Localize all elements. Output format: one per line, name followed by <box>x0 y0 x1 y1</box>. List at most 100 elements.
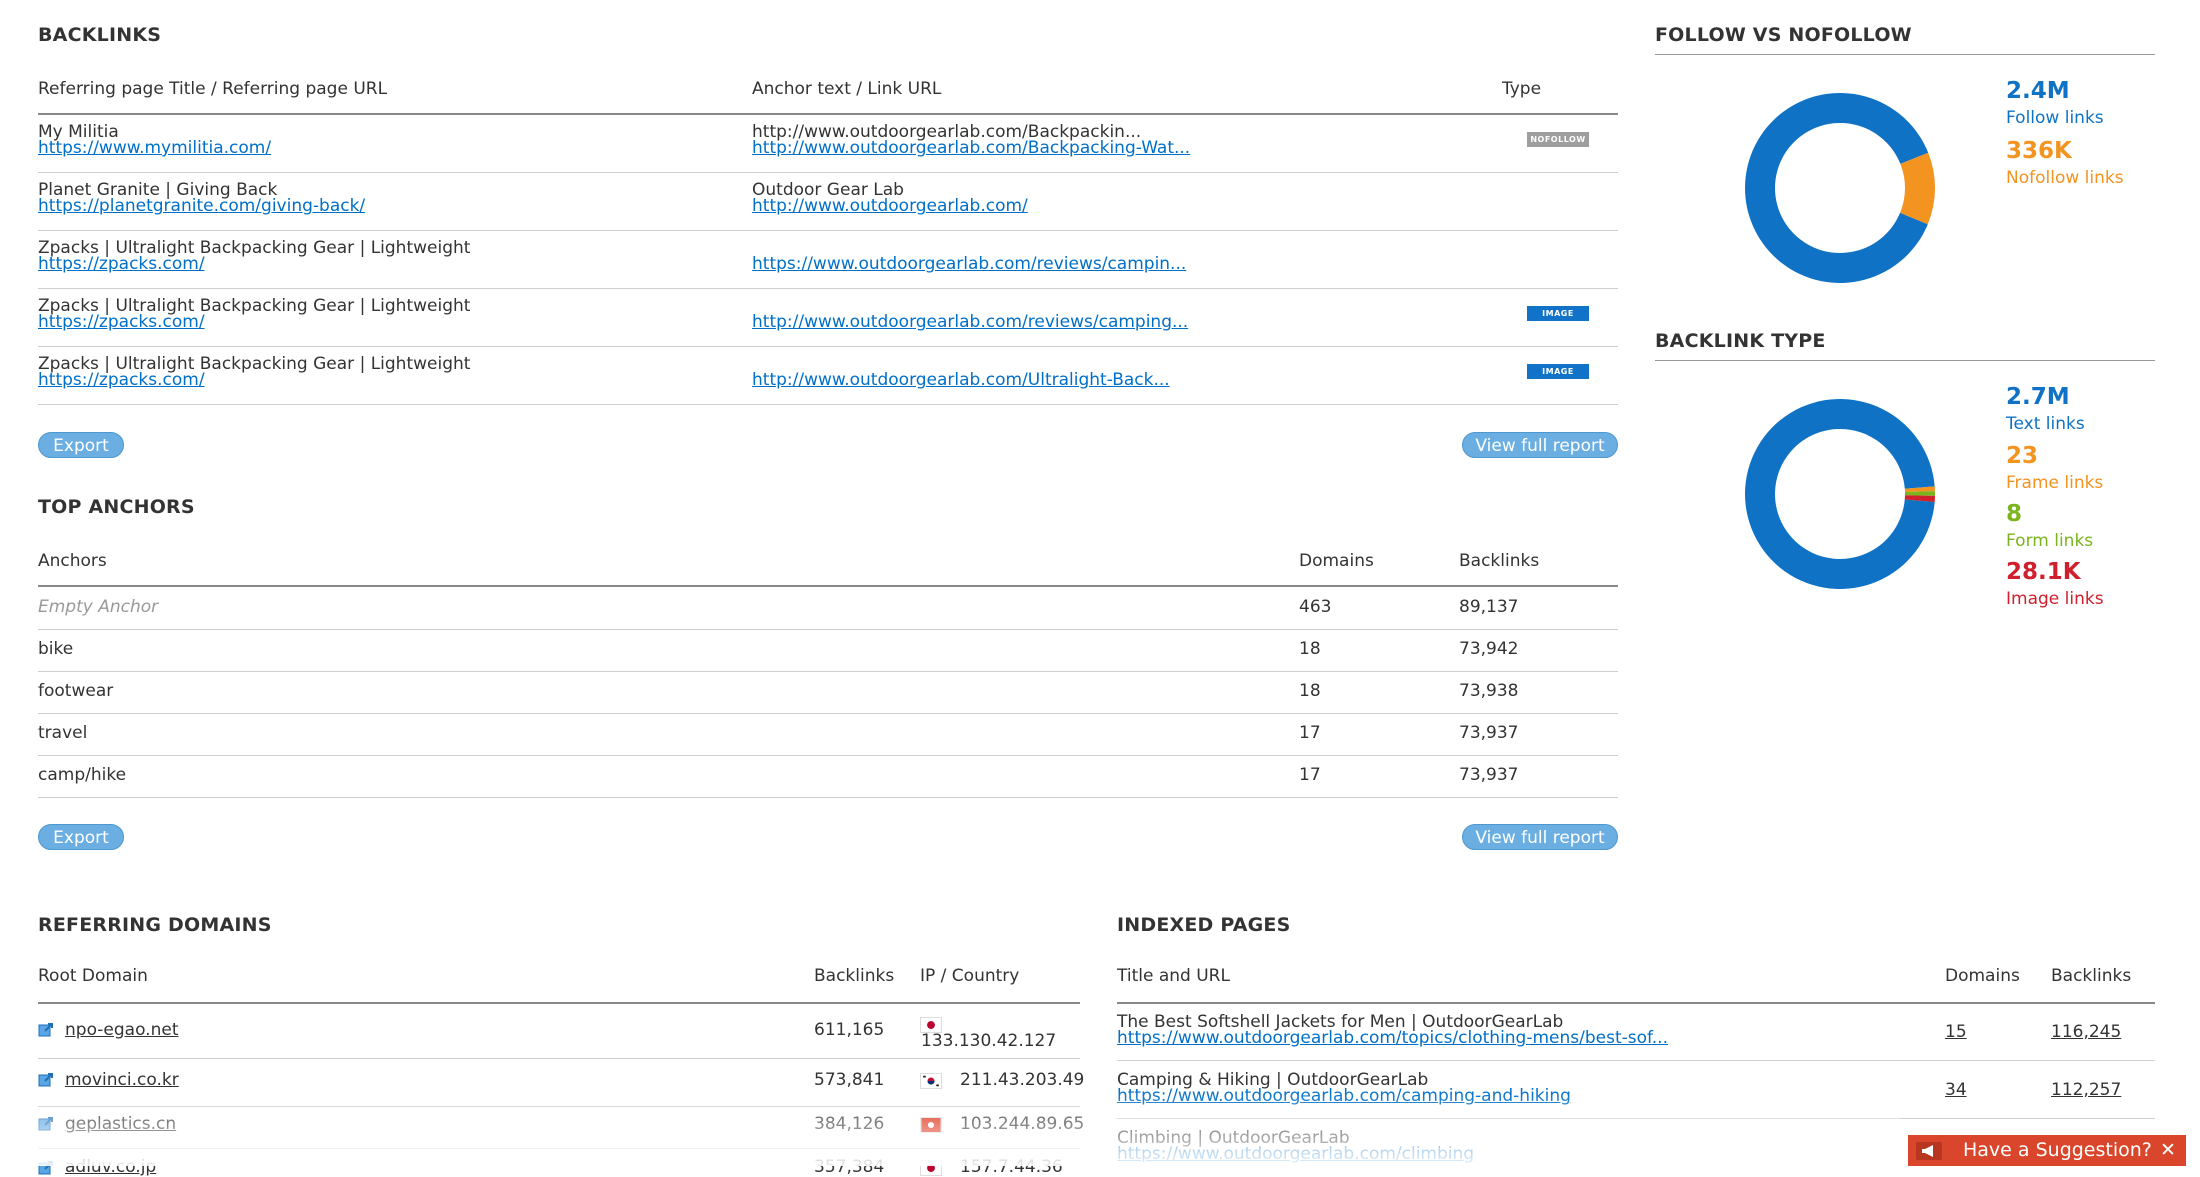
anchors-export-button[interactable]: Export <box>38 824 124 850</box>
follow-links-value: 2.4M <box>2006 78 2070 104</box>
table-row: My Militia https://www.mymilitia.com/ <box>38 124 271 157</box>
ip-address: 157.7.44.36 <box>960 1157 1063 1177</box>
link-url[interactable]: http://www.outdoorgearlab.com/Ultralight… <box>752 372 1170 389</box>
ip-address: 211.43.203.49 <box>960 1070 1085 1090</box>
hk-flag-icon <box>920 1117 942 1133</box>
external-link-icon[interactable] <box>38 1022 54 1038</box>
backlinks-view-full-report-button[interactable]: View full report <box>1462 432 1618 458</box>
root-domain-link[interactable]: geplastics.cn <box>65 1114 176 1134</box>
image-badge: IMAGE <box>1527 306 1589 321</box>
anchor-cell: http://www.outdoorgearlab.com/Ultralight… <box>752 372 1170 389</box>
row-divider <box>38 671 1618 672</box>
page-domains-link[interactable]: 34 <box>1945 1080 1967 1100</box>
anchor-backlinks: 73,938 <box>1459 681 1519 701</box>
row-divider <box>38 755 1618 756</box>
link-url[interactable]: https://www.outdoorgearlab.com/reviews/c… <box>752 256 1186 273</box>
have-a-suggestion-button[interactable]: Have a Suggestion? ✕ <box>1908 1135 2186 1166</box>
row-divider <box>38 629 1618 630</box>
anchor-domains: 463 <box>1299 597 1332 617</box>
anchor-cell: https://www.outdoorgearlab.com/reviews/c… <box>752 256 1186 273</box>
page-domains-link[interactable]: 15 <box>1945 1022 1967 1042</box>
backlinks-title: BACKLINKS <box>38 24 162 46</box>
nofollow-links-label: Nofollow links <box>2006 168 2124 188</box>
form-links-label: Form links <box>2006 531 2094 551</box>
col-header-referring-page: Referring page Title / Referring page UR… <box>38 79 388 99</box>
link-url[interactable]: http://www.outdoorgearlab.com/reviews/ca… <box>752 314 1188 331</box>
donut-slice-nofollow-links <box>1900 152 1935 225</box>
external-link-icon[interactable] <box>38 1072 54 1088</box>
table-row: Planet Granite | Giving Back https://pla… <box>38 182 365 215</box>
row-divider <box>38 1106 1080 1107</box>
page-backlinks-link[interactable]: 112,257 <box>2051 1080 2121 1100</box>
page-backlinks-link[interactable]: 116,245 <box>2051 1022 2121 1042</box>
anchor-domains: 17 <box>1299 723 1321 743</box>
col-header-anchor-text: Anchor text / Link URL <box>752 79 942 99</box>
page-url-link[interactable]: https://www.outdoorgearlab.com/climbing <box>1117 1146 1474 1163</box>
root-domain-link[interactable]: movinci.co.kr <box>65 1070 179 1090</box>
anchor-name: camp/hike <box>38 765 127 785</box>
table-row: Zpacks | Ultralight Backpacking Gear | L… <box>38 356 470 389</box>
domain-backlinks: 357,384 <box>814 1157 885 1177</box>
ref-url-link[interactable]: https://planetgranite.com/giving-back/ <box>38 198 365 215</box>
domain-backlinks: 384,126 <box>814 1114 885 1134</box>
row-divider <box>38 288 1618 289</box>
anchor-name: bike <box>38 639 74 659</box>
col-header-backlinks: Backlinks <box>1459 551 1540 571</box>
external-link-icon[interactable] <box>38 1160 54 1176</box>
top-anchors-title: TOP ANCHORS <box>38 496 195 518</box>
root-domain-link[interactable]: npo-egao.net <box>65 1020 179 1040</box>
table-row: Zpacks | Ultralight Backpacking Gear | L… <box>38 298 470 331</box>
indexed-page-row: Climbing | OutdoorGearLab https://www.ou… <box>1117 1130 1474 1163</box>
row-divider <box>1117 1118 2155 1119</box>
kr-flag-icon <box>920 1073 942 1089</box>
page-url-link[interactable]: https://www.outdoorgearlab.com/camping-a… <box>1117 1088 1571 1105</box>
col-header-backlinks: Backlinks <box>814 966 895 986</box>
anchor-backlinks: 73,942 <box>1459 639 1519 659</box>
indexed-page-row: The Best Softshell Jackets for Men | Out… <box>1117 1014 1668 1047</box>
anchor-backlinks: 89,137 <box>1459 597 1519 617</box>
anchor-name: travel <box>38 723 88 743</box>
ref-url-link[interactable]: https://zpacks.com/ <box>38 372 470 389</box>
anchor-cell: http://www.outdoorgearlab.com/reviews/ca… <box>752 314 1188 331</box>
col-header-domains: Domains <box>1945 966 2020 986</box>
megaphone-icon <box>1916 1142 1942 1160</box>
ref-url-link[interactable]: https://zpacks.com/ <box>38 314 470 331</box>
anchor-cell: http://www.outdoorgearlab.com/Backpackin… <box>752 124 1190 157</box>
frame-links-value: 23 <box>2006 443 2039 469</box>
ref-url-link[interactable]: https://zpacks.com/ <box>38 256 470 273</box>
table-row: Zpacks | Ultralight Backpacking Gear | L… <box>38 240 470 273</box>
anchor-backlinks: 73,937 <box>1459 765 1519 785</box>
header-divider <box>38 585 1618 587</box>
text-links-value: 2.7M <box>2006 384 2070 410</box>
image-links-label: Image links <box>2006 589 2104 609</box>
jp-flag-icon <box>920 1160 942 1176</box>
anchor-domains: 18 <box>1299 681 1321 701</box>
header-divider <box>38 113 1618 115</box>
ref-url-link[interactable]: https://www.mymilitia.com/ <box>38 140 271 157</box>
domain-backlinks: 611,165 <box>814 1020 885 1040</box>
external-link-icon[interactable] <box>38 1116 54 1132</box>
close-icon[interactable]: ✕ <box>2160 1139 2176 1161</box>
backlink-type-title: BACKLINK TYPE <box>1655 330 2155 361</box>
donut-slice-follow-links <box>1745 92 1929 283</box>
form-links-value: 8 <box>2006 501 2023 527</box>
col-header-domains: Domains <box>1299 551 1374 571</box>
link-url[interactable]: http://www.outdoorgearlab.com/Backpackin… <box>752 140 1190 157</box>
link-url[interactable]: http://www.outdoorgearlab.com/ <box>752 198 1028 215</box>
domain-backlinks: 573,841 <box>814 1070 885 1090</box>
col-header-title-url: Title and URL <box>1117 966 1230 986</box>
col-header-root-domain: Root Domain <box>38 966 148 986</box>
follow-links-label: Follow links <box>2006 108 2104 128</box>
col-header-ip-country: IP / Country <box>920 966 1020 986</box>
indexed-page-row: Camping & Hiking | OutdoorGearLab https:… <box>1117 1072 1571 1105</box>
page-url-link[interactable]: https://www.outdoorgearlab.com/topics/cl… <box>1117 1030 1668 1047</box>
root-domain-link[interactable]: adluv.co.jp <box>65 1157 156 1177</box>
row-divider <box>38 797 1618 798</box>
text-links-label: Text links <box>2006 414 2085 434</box>
nofollow-links-value: 336K <box>2006 138 2072 164</box>
backlinks-export-button[interactable]: Export <box>38 432 124 458</box>
anchor-domains: 18 <box>1299 639 1321 659</box>
anchor-cell: Outdoor Gear Lab http://www.outdoorgearl… <box>752 182 1028 215</box>
anchor-name: Empty Anchor <box>38 597 159 617</box>
anchors-view-full-report-button[interactable]: View full report <box>1462 824 1618 850</box>
